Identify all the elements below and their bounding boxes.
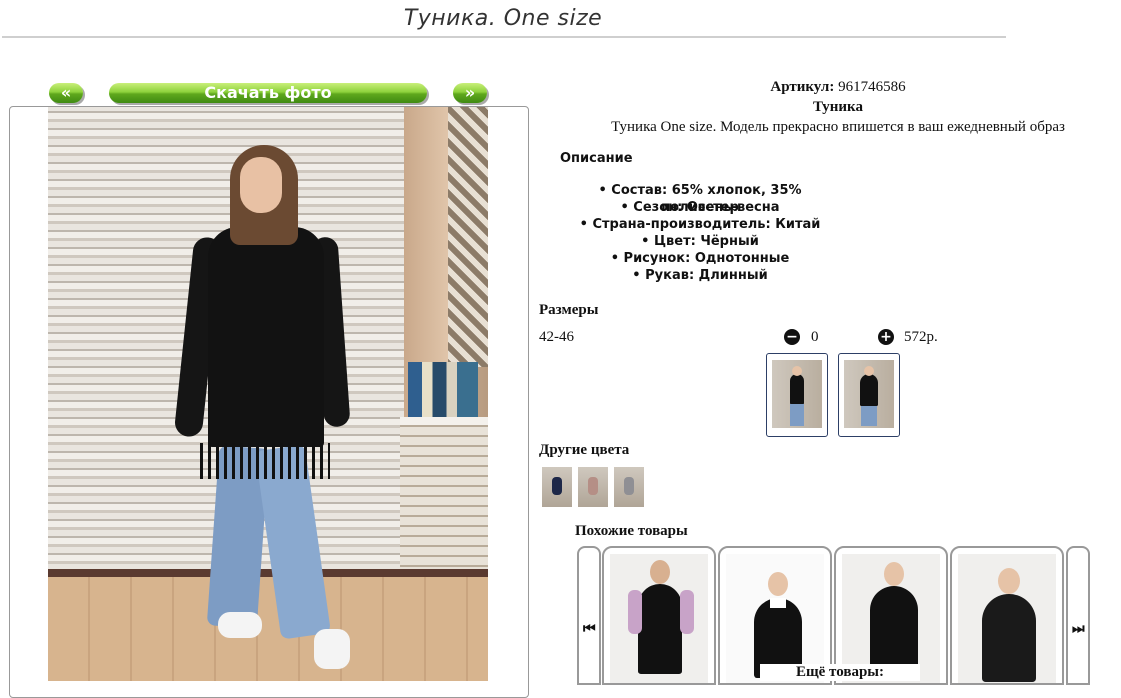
carousel-prev-button[interactable]: ⏮ (577, 546, 601, 685)
download-photo-button[interactable]: Скачать фото (109, 83, 427, 103)
description-title: Описание (560, 151, 633, 166)
property-item: Сезон: Осень-весна (560, 199, 840, 216)
product-photo[interactable] (48, 107, 488, 681)
product-short-desc: Туника One size. Модель прекрасно впишет… (611, 119, 1065, 135)
quantity-value[interactable]: 0 (811, 329, 819, 346)
skip-forward-icon: ⏭ (1072, 621, 1085, 637)
photo-thumbnail[interactable] (838, 353, 900, 437)
property-item: Рукав: Длинный (560, 267, 840, 284)
books-decor (408, 362, 478, 417)
other-colors-title: Другие цвета (539, 442, 630, 458)
minus-circle-icon[interactable]: − (784, 329, 800, 345)
product-name: Туника (813, 99, 863, 115)
more-products-label[interactable]: Ещё товары: (760, 664, 920, 681)
property-item: Страна-производитель: Китай (560, 216, 840, 233)
similar-product-card[interactable] (950, 546, 1064, 685)
photo-thumbnail[interactable] (766, 353, 828, 437)
size-value: 42-46 (539, 329, 574, 345)
property-item: Состав: 65% хлопок, 35% полиэстер (560, 182, 840, 215)
color-variant-thumb[interactable] (578, 467, 608, 507)
prev-photo-button[interactable]: « (49, 83, 83, 103)
property-item: Цвет: Чёрный (560, 233, 840, 250)
similar-title: Похожие товары (575, 523, 688, 539)
property-item: Рисунок: Однотонные (560, 250, 840, 267)
next-photo-button[interactable]: » (453, 83, 487, 103)
plus-circle-icon[interactable]: + (878, 329, 894, 345)
title-divider (2, 36, 1006, 38)
sizes-title: Размеры (539, 302, 599, 318)
price-value: 572р. (904, 329, 938, 345)
color-variant-thumb[interactable] (542, 467, 572, 507)
page-title: Туника. One size (403, 6, 603, 31)
article-line: Артикул: 961746586 (538, 79, 1121, 96)
color-variant-thumb[interactable] (614, 467, 644, 507)
similar-product-card[interactable] (602, 546, 716, 685)
properties-list: Состав: 65% хлопок, 35% полиэстер Сезон:… (560, 182, 840, 284)
carousel-next-button[interactable]: ⏭ (1066, 546, 1090, 685)
article-value: 961746586 (838, 79, 906, 95)
skip-back-icon: ⏮ (583, 621, 596, 637)
article-label: Артикул: (770, 79, 835, 95)
